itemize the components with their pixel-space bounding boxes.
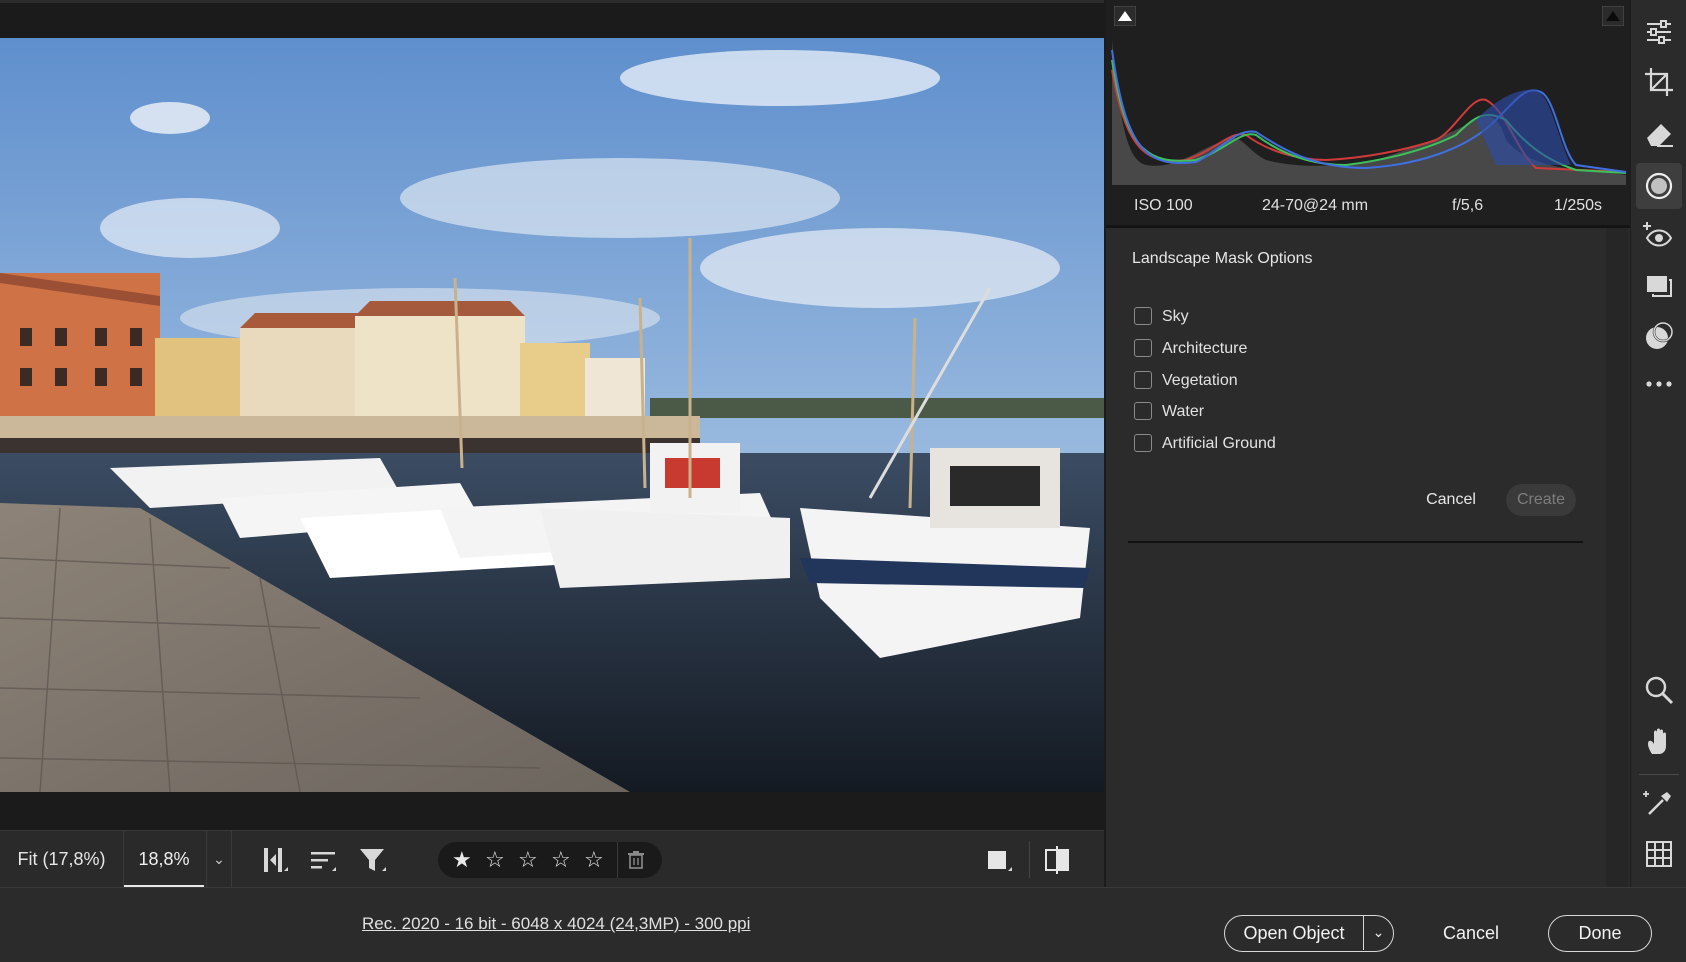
landscape-mask-title: Landscape Mask Options bbox=[1132, 250, 1313, 267]
more-icon[interactable] bbox=[1643, 368, 1675, 400]
exif-lens: 24-70@24 mm bbox=[1262, 197, 1369, 214]
crop-icon[interactable] bbox=[1643, 66, 1675, 98]
cancel-button[interactable]: Cancel bbox=[1440, 915, 1502, 952]
option-label: Sky bbox=[1162, 308, 1189, 325]
histogram-graph bbox=[1111, 40, 1627, 185]
panel-scrollbar[interactable] bbox=[1606, 228, 1628, 887]
red-eye-icon[interactable] bbox=[1643, 220, 1675, 252]
snapshots-icon[interactable] bbox=[1643, 270, 1675, 302]
star-4-icon[interactable]: ☆ bbox=[551, 847, 571, 873]
open-object-button[interactable]: Open Object bbox=[1225, 916, 1363, 950]
star-5-icon[interactable]: ☆ bbox=[584, 847, 604, 873]
exif-info: ISO 100 24-70@24 mm f/5,6 1/250s bbox=[1106, 185, 1630, 225]
histogram-separator bbox=[1106, 225, 1630, 228]
masking-icon[interactable] bbox=[1643, 170, 1675, 202]
exif-iso: ISO 100 bbox=[1134, 197, 1193, 214]
open-object-group: Open Object ⌄ bbox=[1224, 915, 1394, 952]
photo-image bbox=[0, 38, 1104, 792]
water-checkbox[interactable] bbox=[1134, 402, 1152, 420]
mask-options-divider bbox=[1128, 541, 1583, 543]
option-label: Artificial Ground bbox=[1162, 435, 1276, 452]
filter-icon[interactable] bbox=[356, 843, 390, 877]
workflow-options-link[interactable]: Rec. 2020 - 16 bit - 6048 x 4024 (24,3MP… bbox=[362, 914, 750, 934]
sort-icon[interactable] bbox=[306, 843, 340, 877]
viewer-top-bar bbox=[0, 0, 1104, 38]
hand-icon[interactable] bbox=[1643, 726, 1675, 758]
mask-cancel-button[interactable]: Cancel bbox=[1416, 488, 1486, 512]
shadow-clipping-icon[interactable] bbox=[1114, 6, 1136, 26]
artificial-ground-checkbox[interactable] bbox=[1134, 434, 1152, 452]
zoom-dropdown-chevron-icon[interactable]: ⌄ bbox=[206, 831, 232, 888]
viewer-bottom-margin bbox=[0, 792, 1104, 830]
presets-icon[interactable] bbox=[1643, 320, 1675, 352]
highlight-clipping-icon[interactable] bbox=[1602, 6, 1624, 26]
vegetation-checkbox[interactable] bbox=[1134, 371, 1152, 389]
star-2-icon[interactable]: ☆ bbox=[485, 847, 505, 873]
mask-create-button[interactable]: Create bbox=[1506, 484, 1576, 516]
view-mode-icon[interactable] bbox=[982, 843, 1016, 877]
star-rating: ★ ☆ ☆ ☆ ☆ bbox=[438, 842, 662, 878]
eraser-icon[interactable] bbox=[1643, 118, 1675, 150]
toolbar-divider bbox=[1029, 841, 1030, 878]
architecture-checkbox[interactable] bbox=[1134, 339, 1152, 357]
star-1-icon[interactable]: ★ bbox=[452, 847, 472, 873]
option-label: Water bbox=[1162, 403, 1205, 420]
sky-checkbox[interactable] bbox=[1134, 307, 1152, 325]
zoom-icon[interactable] bbox=[1643, 674, 1675, 706]
option-label: Vegetation bbox=[1162, 372, 1238, 389]
zoom-fit-button[interactable]: Fit (17,8%) bbox=[0, 831, 124, 888]
edit-panel: ISO 100 24-70@24 mm f/5,6 1/250s Landsca… bbox=[1104, 0, 1630, 887]
grid-icon[interactable] bbox=[1643, 838, 1675, 870]
done-button[interactable]: Done bbox=[1548, 915, 1652, 952]
zoom-level-button[interactable]: 18,8% bbox=[124, 831, 204, 888]
star-3-icon[interactable]: ☆ bbox=[518, 847, 538, 873]
exif-aperture: f/5,6 bbox=[1452, 197, 1484, 214]
open-options-chevron-icon[interactable]: ⌄ bbox=[1364, 916, 1393, 950]
filmstrip-toggle-icon[interactable] bbox=[258, 843, 292, 877]
rating-divider bbox=[617, 842, 618, 878]
photo-preview[interactable] bbox=[0, 38, 1104, 792]
rail-divider bbox=[1639, 774, 1679, 775]
edit-sliders-icon[interactable] bbox=[1643, 16, 1675, 48]
option-label: Architecture bbox=[1162, 340, 1248, 357]
viewer-toolbar: Fit (17,8%) 18,8% ⌄ ★ ☆ ☆ ☆ ☆ bbox=[0, 830, 1104, 888]
exif-shutter: 1/250s bbox=[1554, 197, 1603, 214]
color-sampler-icon[interactable] bbox=[1643, 788, 1675, 820]
trash-icon[interactable] bbox=[626, 850, 646, 870]
before-after-icon[interactable] bbox=[1040, 843, 1074, 877]
status-bar: Rec. 2020 - 16 bit - 6048 x 4024 (24,3MP… bbox=[0, 887, 1686, 962]
tool-rail bbox=[1630, 0, 1686, 887]
